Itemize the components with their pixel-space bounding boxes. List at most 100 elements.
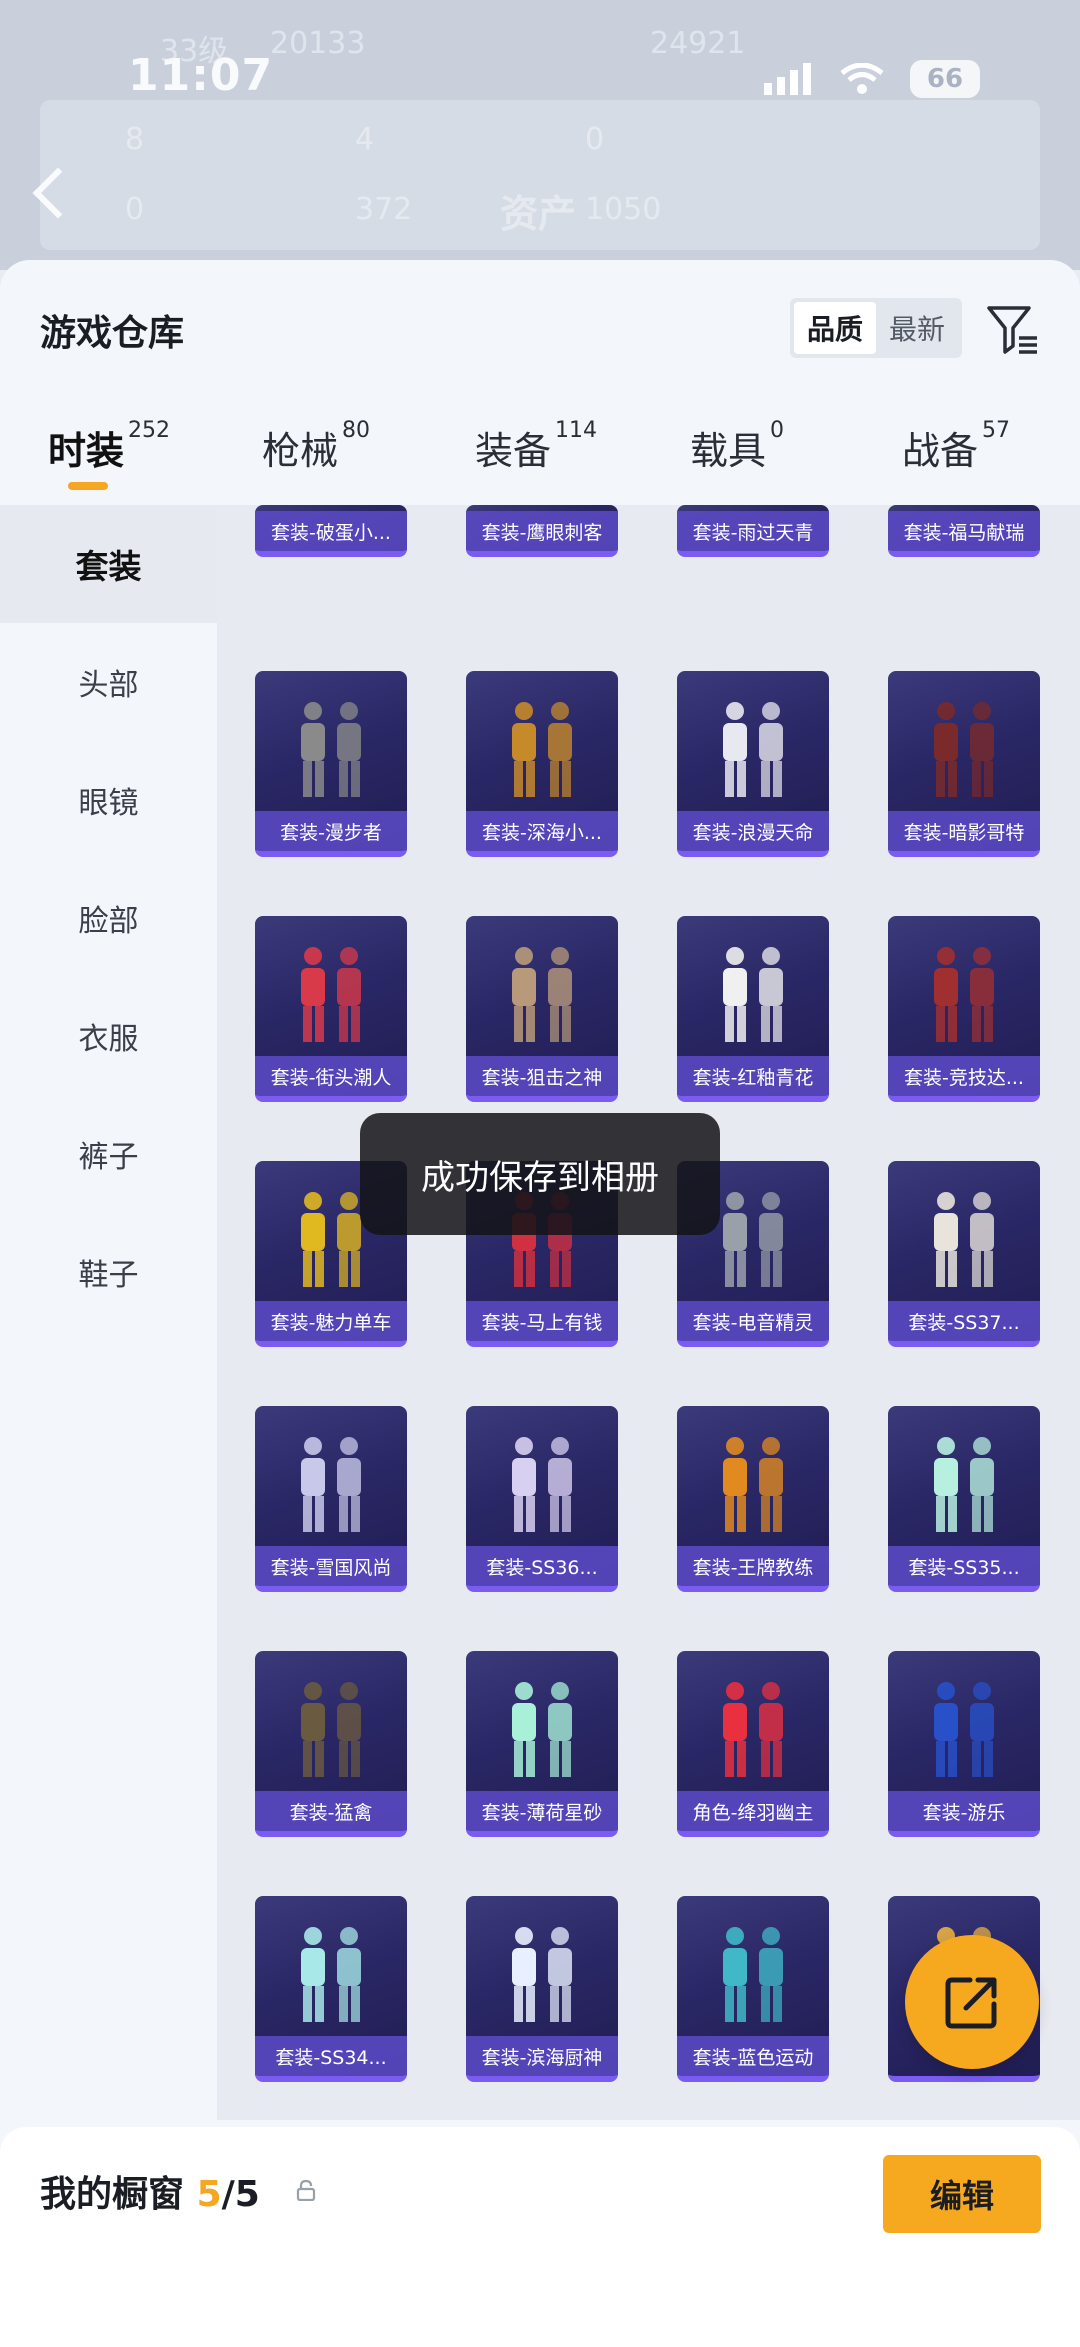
outfit-thumbnail-icon	[512, 947, 572, 1042]
tab-fashion[interactable]: 时装 252	[48, 418, 171, 475]
sidebar-item-pants[interactable]: 裤子	[0, 1095, 217, 1213]
outfit-thumbnail-icon	[934, 1682, 994, 1777]
item-card[interactable]: 套装-游乐	[888, 1651, 1040, 1837]
item-card[interactable]: 套装-街头潮人	[255, 916, 407, 1102]
item-card[interactable]: 角色-绛羽幽主	[677, 1651, 829, 1837]
item-card-label: 套装-蓝色运动	[677, 2036, 829, 2076]
item-card-label: 套装-街头潮人	[255, 1056, 407, 1096]
sort-option-quality[interactable]: 品质	[794, 302, 876, 354]
item-card[interactable]: 套装-鹰眼刺客	[466, 505, 618, 557]
item-card[interactable]: 套装-狙击之神	[466, 916, 618, 1102]
sheet-header: 游戏仓库 品质 最新 时装 252 枪械 80 装备 114 载具 0 战备 5…	[0, 260, 1080, 505]
background-profile-header: 11:07 66 33级 20133 24921 8 4 0 0 372 资产 …	[0, 0, 1080, 270]
item-card-label: 套装-王牌教练	[677, 1546, 829, 1586]
sidebar-item-face[interactable]: 脸部	[0, 859, 217, 977]
outfit-thumbnail-icon	[512, 1682, 572, 1777]
item-card-label: 套装-破蛋小...	[255, 511, 407, 551]
item-card[interactable]: 套装-猛禽	[255, 1651, 407, 1837]
showcase-total-count: /5	[221, 2174, 260, 2215]
tab-count: 252	[128, 418, 171, 443]
bg-asset-label: 资产	[500, 192, 577, 236]
item-card-label: 套装-鹰眼刺客	[466, 511, 618, 551]
item-card-label: 套装-SS35...	[888, 1546, 1040, 1586]
showcase-bar: 我的橱窗 5/5 编辑	[0, 2127, 1080, 2347]
item-card-label: 套装-猛禽	[255, 1791, 407, 1831]
outfit-thumbnail-icon	[934, 947, 994, 1042]
item-card-label: 套装-雨过天青	[677, 511, 829, 551]
wifi-icon	[840, 63, 884, 94]
sort-toggle: 品质 最新	[790, 298, 962, 358]
item-card[interactable]: 套装-福马献瑞	[888, 505, 1040, 557]
sidebar-item-shoes[interactable]: 鞋子	[0, 1213, 217, 1331]
item-card[interactable]: 套装-深海小...	[466, 671, 618, 857]
item-card-label: 套装-SS37...	[888, 1301, 1040, 1341]
status-icons: 66	[764, 60, 980, 98]
sort-option-latest[interactable]: 最新	[876, 302, 958, 354]
toast-message: 成功保存到相册	[360, 1113, 720, 1235]
sidebar-item-glasses[interactable]: 眼镜	[0, 741, 217, 859]
bg-stat-2: 4	[355, 122, 375, 157]
tab-vehicles[interactable]: 载具 0	[690, 418, 784, 475]
edit-button[interactable]: 编辑	[883, 2155, 1041, 2233]
item-card[interactable]: 套装-竞技达...	[888, 916, 1040, 1102]
battery-indicator: 66	[910, 60, 980, 98]
item-card[interactable]: 套装-王牌教练	[677, 1406, 829, 1592]
filter-icon[interactable]	[985, 302, 1041, 358]
outfit-thumbnail-icon	[723, 947, 783, 1042]
item-card[interactable]: 套装-破蛋小...	[255, 505, 407, 557]
tab-equipment[interactable]: 装备 114	[475, 418, 597, 475]
item-card[interactable]: 套装-暗影哥特	[888, 671, 1040, 857]
item-card[interactable]: 套装-SS37...	[888, 1161, 1040, 1347]
item-card[interactable]: 套装-雨过天青	[677, 505, 829, 557]
tab-count: 57	[982, 418, 1011, 443]
item-card-label: 套装-马上有钱	[466, 1301, 618, 1341]
outfit-thumbnail-icon	[934, 1192, 994, 1287]
outfit-thumbnail-icon	[723, 702, 783, 797]
outfit-thumbnail-icon	[301, 947, 361, 1042]
outfit-thumbnail-icon	[723, 1192, 783, 1287]
item-card-label: 角色-绛羽幽主	[677, 1791, 829, 1831]
tab-battle-gear[interactable]: 战备 57	[902, 418, 1011, 475]
sidebar-item-head[interactable]: 头部	[0, 623, 217, 741]
bg-coins: 20133	[270, 26, 366, 61]
item-card[interactable]: 套装-红釉青花	[677, 916, 829, 1102]
share-export-icon	[945, 1977, 997, 2029]
item-card-label: 套装-电音精灵	[677, 1301, 829, 1341]
active-tab-indicator	[68, 482, 108, 490]
item-card[interactable]: 套装-SS36...	[466, 1406, 618, 1592]
item-card[interactable]: 套装-蓝色运动	[677, 1896, 829, 2082]
bg-stat-1: 8	[125, 122, 145, 157]
item-card[interactable]: 套装-雪国风尚	[255, 1406, 407, 1592]
tab-label: 时装	[48, 429, 125, 473]
outfit-thumbnail-icon	[934, 1437, 994, 1532]
item-card-label: 套装-游乐	[888, 1791, 1040, 1831]
sidebar-item-outfit[interactable]: 套装	[0, 505, 217, 623]
share-button[interactable]	[905, 1935, 1039, 2069]
item-card[interactable]: 套装-SS35...	[888, 1406, 1040, 1592]
item-card[interactable]: 套装-滨海厨神	[466, 1896, 618, 2082]
bg-stat-4: 0	[125, 192, 145, 227]
item-card-label: 套装-暗影哥特	[888, 811, 1040, 851]
outfit-thumbnail-icon	[512, 702, 572, 797]
bg-score: 24921	[650, 26, 746, 61]
outfit-thumbnail-icon	[301, 702, 361, 797]
tab-label: 装备	[475, 429, 552, 473]
item-card[interactable]: 套装-漫步者	[255, 671, 407, 857]
outfit-thumbnail-icon	[301, 1927, 361, 2022]
tab-guns[interactable]: 枪械 80	[262, 418, 370, 475]
item-card-label: 套装-福马献瑞	[888, 511, 1040, 551]
sidebar-item-clothes[interactable]: 衣服	[0, 977, 217, 1095]
bg-stat-3: 0	[585, 122, 605, 157]
item-grid: 套装-破蛋小... 套装-鹰眼刺客 套装-雨过天青 套装-福马献瑞套装-漫步者 套装-深…	[217, 505, 1080, 2120]
outfit-thumbnail-icon	[723, 1682, 783, 1777]
outfit-thumbnail-icon	[723, 1927, 783, 2022]
item-card-label: 套装-竞技达...	[888, 1056, 1040, 1096]
item-card[interactable]: 套装-SS34...	[255, 1896, 407, 2082]
item-card-label: 套装-狙击之神	[466, 1056, 618, 1096]
tab-label: 枪械	[262, 429, 339, 473]
item-card[interactable]: 套装-浪漫天命	[677, 671, 829, 857]
showcase-title: 我的橱窗 5/5	[40, 2165, 260, 2217]
outfit-thumbnail-icon	[723, 1437, 783, 1532]
item-card-label: 套装-SS36...	[466, 1546, 618, 1586]
item-card[interactable]: 套装-薄荷星砂	[466, 1651, 618, 1837]
